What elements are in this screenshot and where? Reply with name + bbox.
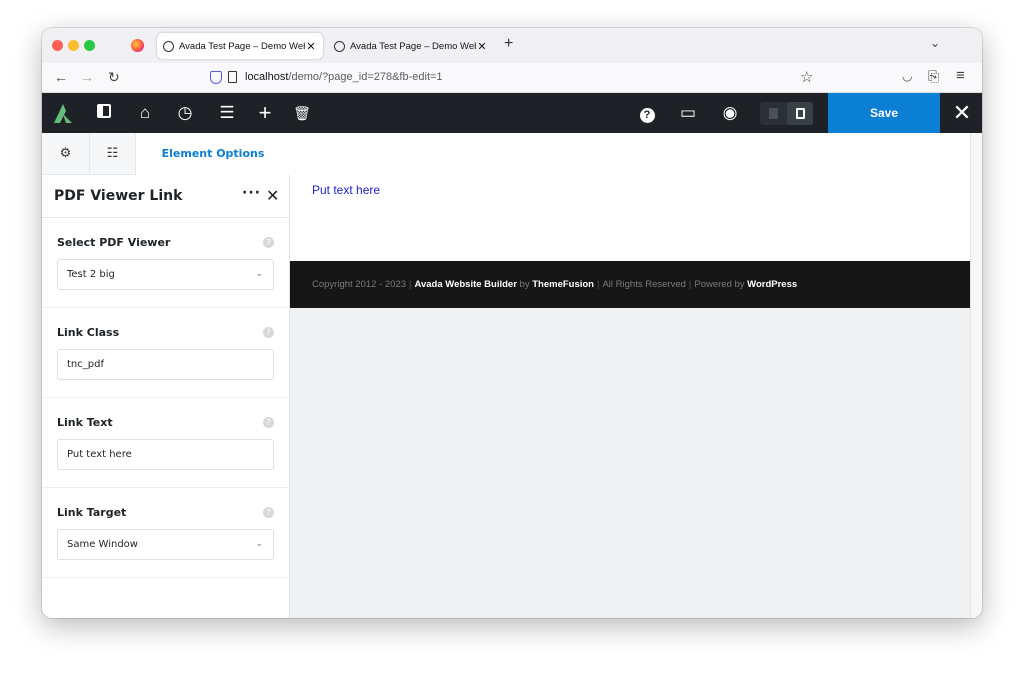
help-icon[interactable]: ? (263, 327, 274, 338)
browser-window: Avada Test Page – Demo Websi ✕ Avada Tes… (42, 28, 982, 618)
view-mode-switch[interactable] (760, 102, 813, 125)
close-builder-icon[interactable]: ✕ (942, 93, 982, 133)
view-mode-option[interactable] (760, 102, 786, 125)
address-bar[interactable]: localhost/demo/?page_id=278&fb-edit=1 (200, 65, 830, 89)
view-mode-option-active[interactable] (787, 102, 813, 125)
desktop-preview-icon[interactable]: ▭ (678, 103, 698, 123)
chevron-down-icon: ⌄ (255, 539, 263, 549)
link-class-input[interactable]: tnc_pdf (57, 349, 274, 380)
tab-strip: Avada Test Page – Demo Websi ✕ Avada Tes… (42, 28, 982, 63)
sidebar-toggle-icon[interactable] (94, 103, 114, 123)
option-select-pdf-viewer: Select PDF Viewer ? Test 2 big ⌄ (42, 218, 289, 308)
pdf-viewer-select[interactable]: Test 2 big ⌄ (57, 259, 274, 290)
pocket-icon[interactable]: ◡ (902, 69, 912, 83)
page-icon[interactable] (228, 71, 237, 83)
chevron-down-icon: ⌄ (255, 269, 263, 279)
maximize-window-button[interactable] (84, 40, 95, 51)
footer-builder-link[interactable]: Avada Website Builder (414, 279, 516, 290)
options-sidebar: ⚙ ☷ Element Options PDF Viewer Link ··· … (42, 133, 290, 618)
element-title: PDF Viewer Link (54, 188, 183, 204)
help-icon[interactable]: ? (637, 103, 657, 123)
close-panel-icon[interactable]: ✕ (266, 186, 279, 205)
more-options-icon[interactable]: ··· (242, 185, 261, 201)
add-element-icon[interactable]: + (255, 102, 275, 124)
browser-tab[interactable]: Avada Test Page – Demo Websi ✕ (328, 33, 494, 59)
help-icon[interactable]: ? (263, 507, 274, 518)
sliders-icon[interactable]: ☷ (90, 133, 136, 174)
bookmark-star-icon[interactable]: ☆ (800, 68, 813, 86)
browser-tab-active[interactable]: Avada Test Page – Demo Websi ✕ (157, 33, 323, 59)
eye-icon[interactable]: ◉ (720, 103, 740, 123)
site-favicon-icon (163, 40, 174, 52)
url-host: localhost (245, 71, 289, 83)
help-icon[interactable]: ? (263, 237, 274, 248)
page-icon (796, 108, 805, 119)
option-link-target: Link Target ? Same Window ⌄ (42, 488, 289, 578)
option-link-text: Link Text ? Put text here (42, 398, 289, 488)
tab-close-icon[interactable]: ✕ (305, 40, 317, 53)
save-button[interactable]: Save (828, 93, 940, 133)
element-header: PDF Viewer Link ··· ✕ (42, 175, 289, 218)
back-arrow-icon[interactable]: ← (54, 69, 68, 85)
footer-company-link[interactable]: ThemeFusion (532, 279, 594, 290)
forward-arrow-icon[interactable]: → (80, 69, 94, 85)
minimize-window-button[interactable] (68, 40, 79, 51)
site-footer: Copyright 2012 - 2023 | Avada Website Buil… (290, 261, 970, 308)
settings-gear-icon[interactable]: ⚙ (42, 133, 90, 174)
link-target-select[interactable]: Same Window ⌄ (57, 529, 274, 560)
page-scrollbar[interactable] (970, 133, 982, 618)
page-body: Put text here (290, 133, 970, 261)
chevron-down-icon[interactable]: ⌄ (930, 36, 940, 50)
toggles-icon[interactable]: ☰ (217, 103, 237, 123)
history-icon[interactable]: ◷ (175, 103, 195, 123)
select-value: Test 2 big (67, 269, 115, 280)
firefox-view-icon[interactable] (131, 39, 144, 52)
avada-logo-icon[interactable] (52, 102, 74, 124)
url-path: /demo/?page_id=278&fb-edit=1 (288, 71, 443, 83)
footer-by: by (519, 279, 530, 290)
site-favicon-icon (334, 40, 345, 52)
option-link-class: Link Class ? tnc_pdf (42, 308, 289, 398)
option-label: Link Class (57, 326, 120, 339)
footer-copyright: Copyright 2012 - 2023 (312, 279, 407, 290)
option-label: Select PDF Viewer (57, 236, 171, 249)
option-label: Link Text (57, 416, 113, 429)
pdf-viewer-link[interactable]: Put text here (312, 183, 380, 197)
tab-element-options[interactable]: Element Options (136, 133, 290, 175)
new-tab-icon[interactable]: + (504, 35, 513, 53)
menu-icon[interactable]: ≡ (956, 67, 965, 84)
reload-icon[interactable]: ↻ (108, 69, 120, 86)
extensions-icon[interactable]: ⎘ (928, 68, 939, 85)
sidebar-tabs: ⚙ ☷ Element Options (42, 133, 290, 175)
tab-label: Avada Test Page – Demo Websi (179, 40, 305, 52)
page-icon (769, 108, 778, 119)
shield-icon[interactable] (210, 70, 222, 84)
select-value: Same Window (67, 539, 138, 550)
option-label: Link Target (57, 506, 127, 519)
tab-close-icon[interactable]: ✕ (476, 40, 488, 53)
tab-label: Avada Test Page – Demo Websi (350, 40, 476, 52)
trash-icon[interactable]: 🗑 (292, 103, 312, 123)
page-preview: Put text here Copyright 2012 - 2023 | Avad… (290, 133, 970, 618)
builder-toolbar: ⌂ ◷ ☰ + 🗑 ? ▭ ◉ Save ✕ (42, 93, 982, 133)
footer-rights: All Rights Reserved (602, 279, 686, 290)
footer-powered: Powered by (694, 279, 745, 290)
navigation-bar: ← → ↻ localhost/demo/?page_id=278&fb-edi… (42, 63, 982, 93)
link-text-input[interactable]: Put text here (57, 439, 274, 470)
library-icon[interactable]: ⌂ (135, 103, 155, 123)
help-icon[interactable]: ? (263, 417, 274, 428)
footer-platform-link[interactable]: WordPress (747, 279, 797, 290)
close-window-button[interactable] (52, 40, 63, 51)
